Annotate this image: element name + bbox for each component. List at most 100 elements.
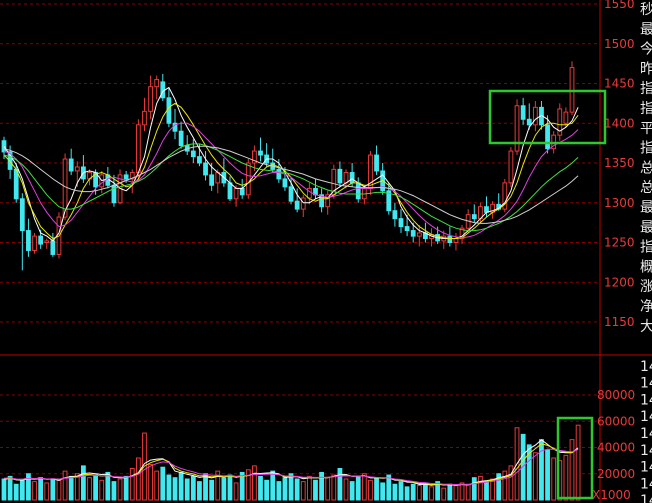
volume-bar[interactable] [532,452,538,501]
candle[interactable] [508,147,514,187]
volume-bar[interactable] [539,439,544,501]
volume-bar[interactable] [484,481,489,501]
volume-bar[interactable] [300,481,306,501]
volume-bar[interactable] [258,475,263,501]
candle[interactable] [502,178,508,213]
volume-bar[interactable] [361,473,367,501]
volume-bar[interactable] [429,486,434,501]
volume-bar[interactable] [447,483,453,501]
volume-bar[interactable] [398,481,404,501]
volume-bar[interactable] [148,464,153,501]
candle[interactable] [313,178,318,199]
candle[interactable] [142,97,147,132]
candlestick-series[interactable] [1,61,575,271]
volume-bar[interactable] [343,478,349,501]
volume-bar[interactable] [575,424,581,501]
volume-bar[interactable] [441,487,447,501]
volume-bar[interactable] [56,479,62,501]
volume-bar[interactable] [7,475,13,501]
volume-bar[interactable] [117,478,123,501]
volume-bar[interactable] [551,457,557,501]
volume-bar[interactable] [105,471,111,501]
candle[interactable] [227,176,233,202]
candle[interactable] [557,103,563,141]
volume-bar[interactable] [111,481,117,501]
volume-bar[interactable] [569,439,575,501]
volume-bar[interactable] [410,483,416,501]
volume-bar[interactable] [172,477,178,501]
volume-bar[interactable] [209,479,215,501]
volume-bar[interactable] [68,475,74,501]
volume-bar[interactable] [81,465,86,501]
candle[interactable] [392,202,398,227]
volume-bar[interactable] [264,479,270,501]
candle[interactable] [514,99,520,156]
candle[interactable] [258,137,263,162]
candle[interactable] [447,226,453,247]
candle[interactable] [416,225,422,247]
volume-bar[interactable] [337,468,343,501]
candle[interactable] [264,143,270,167]
candle[interactable] [154,75,160,100]
volume-bar[interactable] [160,466,166,501]
candle[interactable] [44,238,50,249]
volume-bars[interactable] [1,424,581,501]
candle[interactable] [160,73,166,101]
volume-bar[interactable] [355,475,361,501]
volume-bar[interactable] [325,477,331,501]
volume-bar[interactable] [465,483,471,501]
volume-bar[interactable] [233,482,239,501]
volume-bar[interactable] [154,470,160,501]
volume-bar[interactable] [19,479,25,501]
volume-bar[interactable] [227,474,233,501]
stock-chart[interactable]: 1150 1200 1250 1300 1350 1400 1450 1500 1550 200… [0,0,652,503]
volume-bar[interactable] [50,478,56,501]
volume-bar[interactable] [282,477,288,501]
volume-bar[interactable] [13,483,19,501]
volume-bar[interactable] [288,473,294,501]
volume-bar[interactable] [62,470,68,501]
volume-bar[interactable] [252,465,257,501]
volume-bar[interactable] [1,478,7,501]
volume-bar[interactable] [44,482,50,501]
volume-bar[interactable] [374,477,379,501]
candle[interactable] [19,193,25,271]
candle[interactable] [32,232,37,254]
volume-bar[interactable] [404,486,410,501]
candle[interactable] [81,155,86,183]
volume-bar[interactable] [490,478,495,501]
volume-bar[interactable] [477,475,483,501]
volume-bar[interactable] [184,478,190,501]
candle[interactable] [398,209,404,233]
candle[interactable] [380,163,386,195]
volume-bar[interactable] [459,482,465,501]
volume-bar[interactable] [368,479,373,501]
candle[interactable] [50,232,56,257]
volume-bar[interactable] [306,475,312,501]
volume-bar[interactable] [416,485,422,501]
volume-bar[interactable] [380,482,386,501]
volume-bar[interactable] [38,477,44,501]
volume-bar[interactable] [129,468,135,501]
volume-bar[interactable] [294,478,300,501]
volume-bar[interactable] [135,457,141,501]
volume-bar[interactable] [123,475,129,501]
volume-bar[interactable] [453,485,459,501]
volume-bar[interactable] [349,481,355,501]
candle[interactable] [471,204,477,223]
candle[interactable] [190,139,196,163]
candle[interactable] [203,151,208,181]
candle[interactable] [520,97,526,125]
volume-bar[interactable] [166,474,172,501]
candle[interactable] [26,218,31,257]
volume-bar[interactable] [471,477,477,501]
candle[interactable] [148,75,153,120]
candle[interactable] [532,100,538,132]
volume-bar[interactable] [270,470,276,501]
candle[interactable] [325,190,331,215]
volume-bar[interactable] [331,474,337,501]
volume-bar[interactable] [99,479,105,501]
volume-bar[interactable] [221,477,227,501]
candle[interactable] [306,182,312,205]
candle[interactable] [319,188,324,213]
